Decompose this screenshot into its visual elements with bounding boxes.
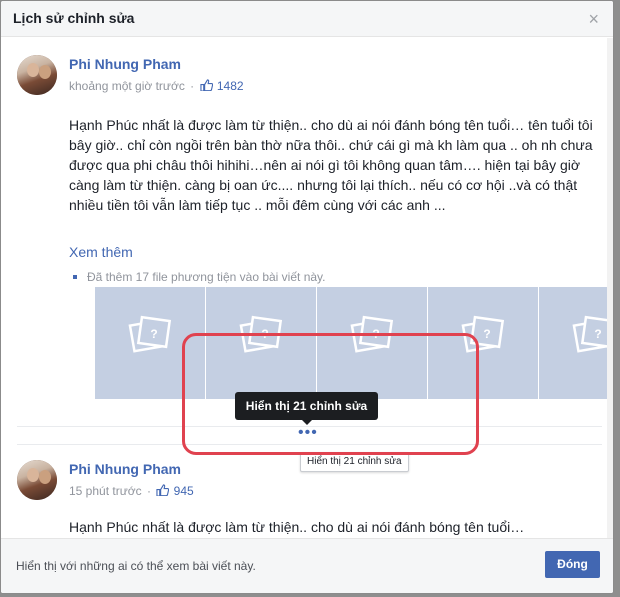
edit-history-dialog: Lịch sử chỉnh sửa × Phi Nhung Pham khoản…	[0, 0, 614, 594]
show-edits-hover-tip: Hiển thị 21 chỉnh sửa	[300, 452, 409, 472]
dialog-footer: Hiển thị với những ai có thể xem bài viế…	[1, 538, 613, 593]
post-meta: khoảng một giờ trước · 1482	[69, 79, 244, 93]
broken-image-icon: ?	[128, 315, 172, 353]
dialog-title: Lịch sử chỉnh sửa	[13, 10, 135, 26]
dialog-header: Lịch sử chỉnh sửa ×	[1, 1, 613, 37]
svg-text:?: ?	[483, 327, 490, 341]
avatar[interactable]	[17, 460, 57, 500]
author-name[interactable]: Phi Nhung Pham	[69, 56, 181, 72]
post-body: Hạnh Phúc nhất là được làm từ thiện.. ch…	[69, 117, 593, 213]
media-placeholder[interactable]: ?	[539, 287, 613, 399]
post-body: Hạnh Phúc nhất là được làm từ thiện.. ch…	[69, 519, 525, 535]
author-name[interactable]: Phi Nhung Pham	[69, 461, 181, 477]
media-note-text: Đã thêm 17 file phương tiện vào bài viết…	[87, 270, 326, 284]
post-timestamp[interactable]: khoảng một giờ trước	[69, 79, 185, 93]
avatar[interactable]	[17, 55, 57, 95]
close-icon[interactable]: ×	[588, 10, 599, 28]
like-icon	[199, 79, 213, 91]
see-more-link[interactable]: Xem thêm	[69, 244, 133, 260]
close-button[interactable]: Đóng	[545, 551, 600, 578]
post-meta: 15 phút trước · 945	[69, 484, 194, 498]
media-note: Đã thêm 17 file phương tiện vào bài viết…	[73, 270, 325, 284]
annotation-highlight	[182, 333, 479, 455]
post-timestamp[interactable]: 15 phút trước	[69, 484, 142, 498]
svg-text:?: ?	[150, 327, 157, 341]
like-icon	[156, 484, 170, 496]
like-count[interactable]: 1482	[217, 79, 244, 93]
scrollbar[interactable]	[606, 38, 614, 538]
dialog-content: Phi Nhung Pham khoảng một giờ trước · 14…	[1, 38, 614, 538]
like-count[interactable]: 945	[174, 484, 194, 498]
svg-text:?: ?	[594, 327, 601, 341]
bullet-icon	[73, 275, 77, 279]
audience-text: Hiển thị với những ai có thể xem bài viế…	[16, 559, 256, 573]
